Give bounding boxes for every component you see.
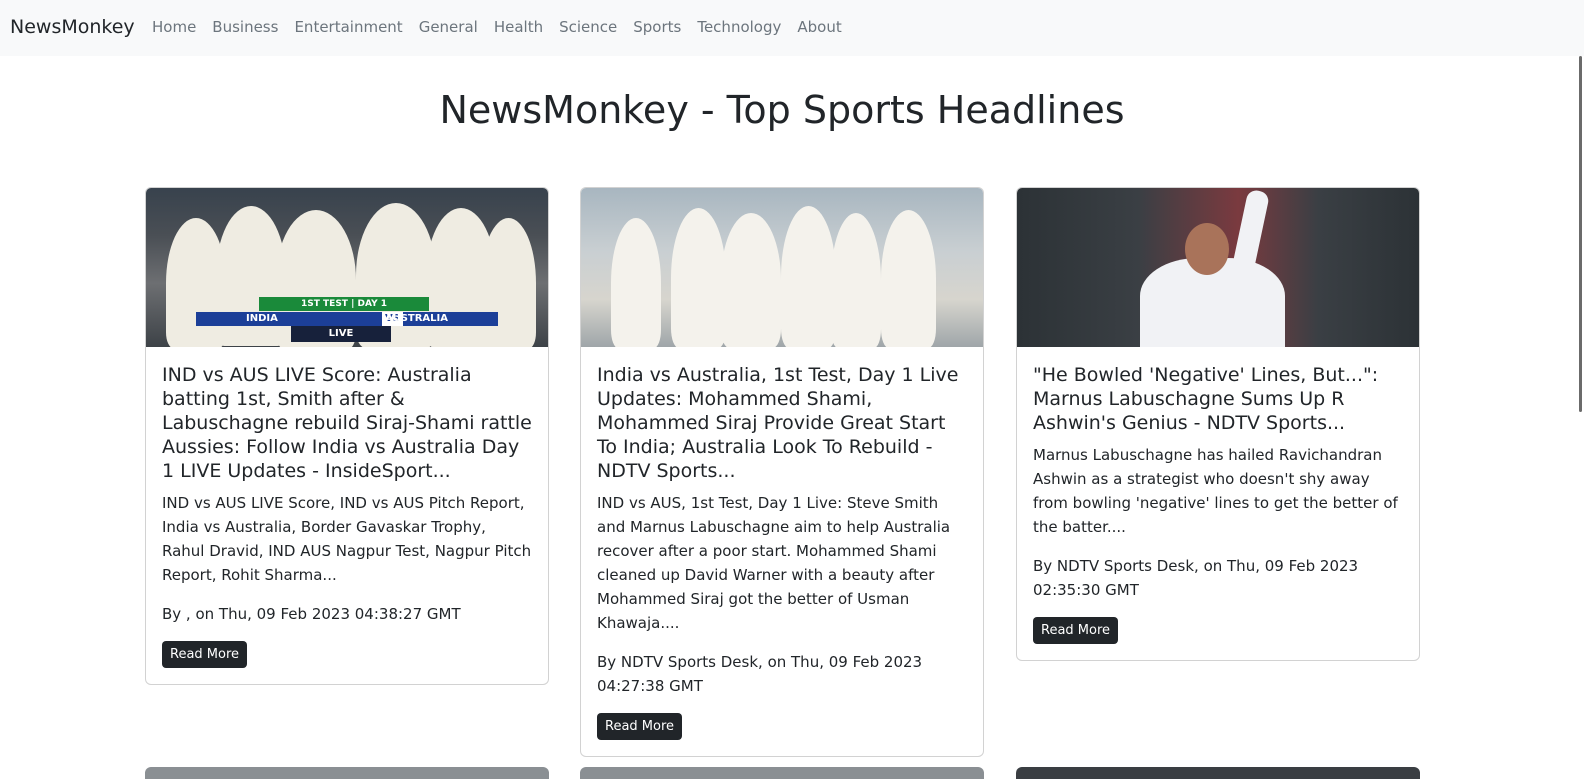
news-card-meta: By NDTV Sports Desk, on Thu, 09 Feb 2023…: [1033, 557, 1359, 599]
image-banner-live: LIVE: [291, 326, 391, 342]
news-card-body: IND vs AUS LIVE Score: Australia batting…: [146, 347, 548, 684]
image-banner-teams: INDIA VS AUSTRALIA: [196, 312, 498, 326]
news-card-title: India vs Australia, 1st Test, Day 1 Live…: [597, 364, 959, 482]
news-card-next-row-peek: [1016, 767, 1420, 779]
nav-link-sports[interactable]: Sports: [633, 18, 681, 36]
read-more-button[interactable]: Read More: [1033, 617, 1119, 644]
nav-link-technology[interactable]: Technology: [697, 18, 781, 36]
nav-link-general[interactable]: General: [419, 18, 478, 36]
nav-link-home[interactable]: Home: [152, 18, 196, 36]
scrollbar-thumb[interactable]: [1579, 56, 1582, 412]
nav-links: Home Business Entertainment General Heal…: [152, 18, 858, 36]
news-card-image: [581, 188, 983, 347]
news-card-meta: By NDTV Sports Desk, on Thu, 09 Feb 2023…: [597, 653, 923, 695]
news-card-title: "He Bowled 'Negative' Lines, But...": Ma…: [1033, 364, 1379, 434]
page-title: NewsMonkey - Top Sports Headlines: [439, 88, 1125, 132]
nav-link-health[interactable]: Health: [494, 18, 543, 36]
news-card-description: IND vs AUS LIVE Score, IND vs AUS Pitch …: [162, 494, 532, 584]
news-card-title: IND vs AUS LIVE Score: Australia batting…: [162, 364, 532, 482]
news-card-meta: By , on Thu, 09 Feb 2023 04:38:27 GMT: [162, 605, 461, 623]
news-card-body: India vs Australia, 1st Test, Day 1 Live…: [581, 347, 983, 756]
news-card-description: IND vs AUS, 1st Test, Day 1 Live: Steve …: [597, 494, 951, 632]
news-card-next-row-peek: [145, 767, 549, 779]
news-card: India vs Australia, 1st Test, Day 1 Live…: [580, 187, 984, 757]
news-card: "He Bowled 'Negative' Lines, But...": Ma…: [1016, 187, 1420, 661]
news-card-description: Marnus Labuschagne has hailed Ravichandr…: [1033, 446, 1398, 536]
image-banner-match-label: 1ST TEST | DAY 1: [259, 297, 429, 311]
read-more-button[interactable]: Read More: [162, 641, 248, 668]
nav-link-entertainment[interactable]: Entertainment: [294, 18, 402, 36]
read-more-button[interactable]: Read More: [597, 713, 683, 740]
news-card-image: [1017, 188, 1419, 347]
nav-link-business[interactable]: Business: [212, 18, 278, 36]
brand-logo-link[interactable]: NewsMonkey: [10, 16, 135, 38]
nav-link-about[interactable]: About: [797, 18, 841, 36]
news-card: 1ST TEST | DAY 1 INDIA VS AUSTRALIA LIVE…: [145, 187, 549, 685]
news-card-body: "He Bowled 'Negative' Lines, But...": Ma…: [1017, 347, 1419, 660]
navbar: NewsMonkey Home Business Entertainment G…: [0, 0, 1584, 56]
news-card-next-row-peek: [580, 767, 984, 779]
nav-link-science[interactable]: Science: [559, 18, 617, 36]
news-card-image: 1ST TEST | DAY 1 INDIA VS AUSTRALIA LIVE: [146, 188, 548, 347]
